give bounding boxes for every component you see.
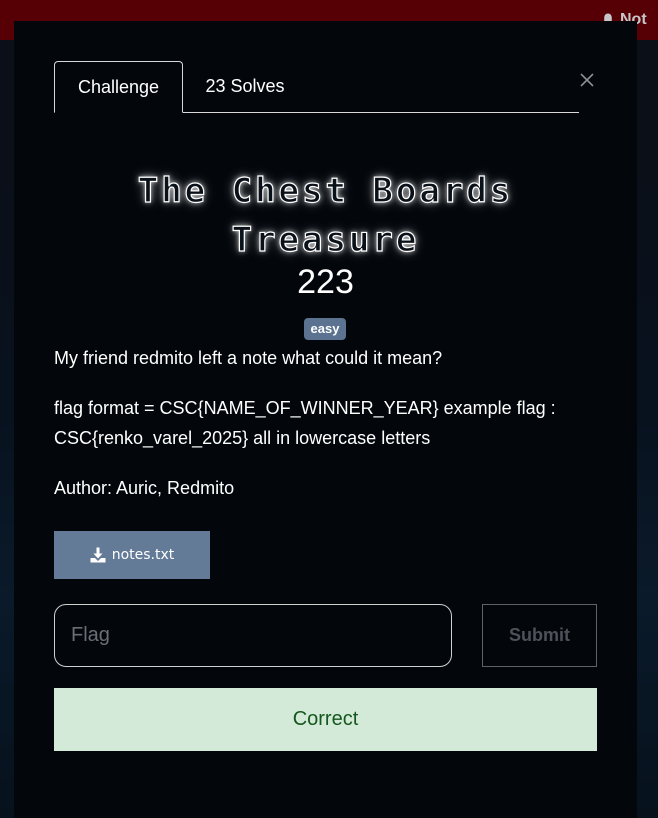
submit-label: Submit bbox=[509, 625, 570, 645]
difficulty-badge: easy bbox=[304, 318, 346, 340]
download-file-button[interactable]: notes.txt bbox=[54, 531, 210, 579]
submit-button[interactable]: Submit bbox=[482, 604, 597, 667]
tab-solves[interactable]: 23 Solves bbox=[183, 61, 307, 112]
challenge-title: The Chest Boards Treasure bbox=[137, 170, 514, 260]
tab-challenge[interactable]: Challenge bbox=[54, 61, 183, 113]
challenge-points: 223 bbox=[297, 263, 354, 301]
challenge-tabs: Challenge 23 Solves bbox=[54, 61, 579, 113]
flag-format-text: flag format = CSC{NAME_OF_WINNER_YEAR} e… bbox=[54, 398, 556, 448]
result-notification: Correct bbox=[54, 688, 597, 751]
result-message: Correct bbox=[292, 708, 359, 730]
close-icon[interactable] bbox=[579, 72, 595, 88]
file-name: notes.txt bbox=[111, 547, 175, 563]
author-text: Author: Auric, Redmito bbox=[54, 478, 235, 498]
tab-challenge-label: Challenge bbox=[77, 76, 160, 97]
description-line: My friend redmito left a note what could… bbox=[54, 348, 443, 368]
flag-input[interactable] bbox=[54, 604, 452, 667]
challenge-modal: Challenge 23 Solves The Chest Boards Tre… bbox=[14, 21, 637, 818]
tab-solves-label: 23 Solves bbox=[205, 76, 285, 96]
download-icon bbox=[90, 547, 106, 563]
